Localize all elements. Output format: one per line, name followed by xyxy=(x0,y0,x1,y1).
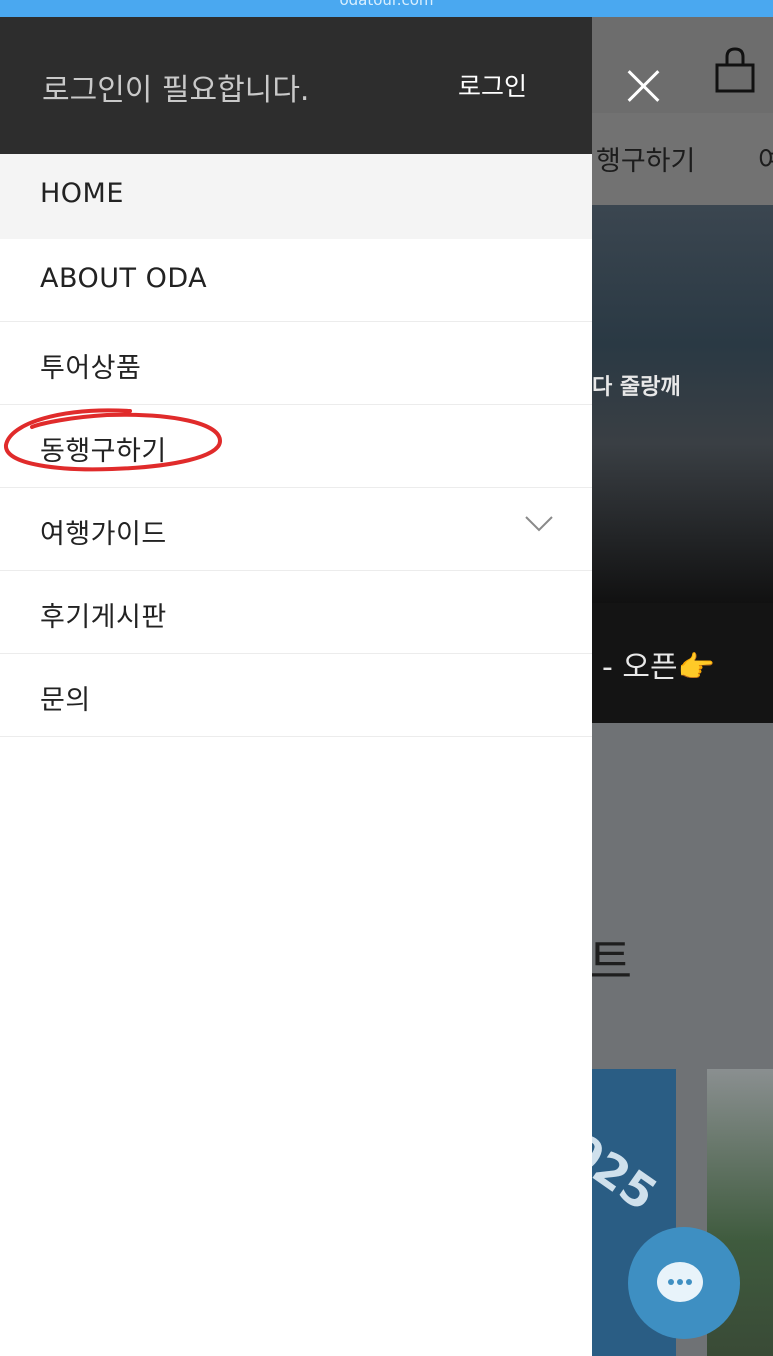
menu-item-label: 동행구하기 xyxy=(40,436,167,467)
menu-list: HOME ABOUT ODA 투어상품 동행구하기 여행가이드 후기게시판 문의 xyxy=(0,154,592,737)
browser-url-bar: odatour.com xyxy=(0,0,773,17)
menu-item-inquiry[interactable]: 문의 xyxy=(0,654,592,737)
menu-item-about[interactable]: ABOUT ODA xyxy=(0,239,592,322)
background-tab-label[interactable]: 행구하기 xyxy=(596,139,695,178)
shopping-bag-icon[interactable] xyxy=(712,45,758,95)
menu-item-reviews[interactable]: 후기게시판 xyxy=(0,571,592,654)
background-open-text: - 오픈👉 xyxy=(602,650,715,685)
background-tab-label-2[interactable]: 여 xyxy=(758,139,773,178)
menu-item-label: 투어상품 xyxy=(40,353,142,384)
login-button[interactable]: 로그인 xyxy=(458,67,527,103)
menu-item-label: HOME xyxy=(40,178,124,209)
login-required-message: 로그인이 필요합니다. xyxy=(42,73,310,108)
menu-item-find-companion[interactable]: 동행구하기 xyxy=(0,405,592,488)
drawer-header: 로그인이 필요합니다. 로그인 xyxy=(0,17,592,154)
menu-item-label: 후기게시판 xyxy=(40,602,167,633)
background-section-title: 트 xyxy=(588,934,633,990)
menu-item-label: 여행가이드 xyxy=(40,519,167,550)
close-icon[interactable] xyxy=(622,65,664,107)
background-banner-image xyxy=(592,205,773,603)
chevron-down-icon[interactable] xyxy=(525,514,553,534)
side-menu-drawer: 로그인이 필요합니다. 로그인 HOME ABOUT ODA 투어상품 동행구하… xyxy=(0,17,592,1356)
url-text: odatour.com xyxy=(339,0,434,9)
menu-item-tour-products[interactable]: 투어상품 xyxy=(0,322,592,405)
menu-item-home[interactable]: HOME xyxy=(0,154,592,239)
menu-item-label: 문의 xyxy=(40,685,91,716)
menu-item-travel-guide[interactable]: 여행가이드 xyxy=(0,488,592,571)
chat-bubble-icon xyxy=(657,1262,703,1302)
background-banner-text: 다 줄랑깨 xyxy=(592,375,681,400)
menu-item-label: ABOUT ODA xyxy=(40,263,208,294)
